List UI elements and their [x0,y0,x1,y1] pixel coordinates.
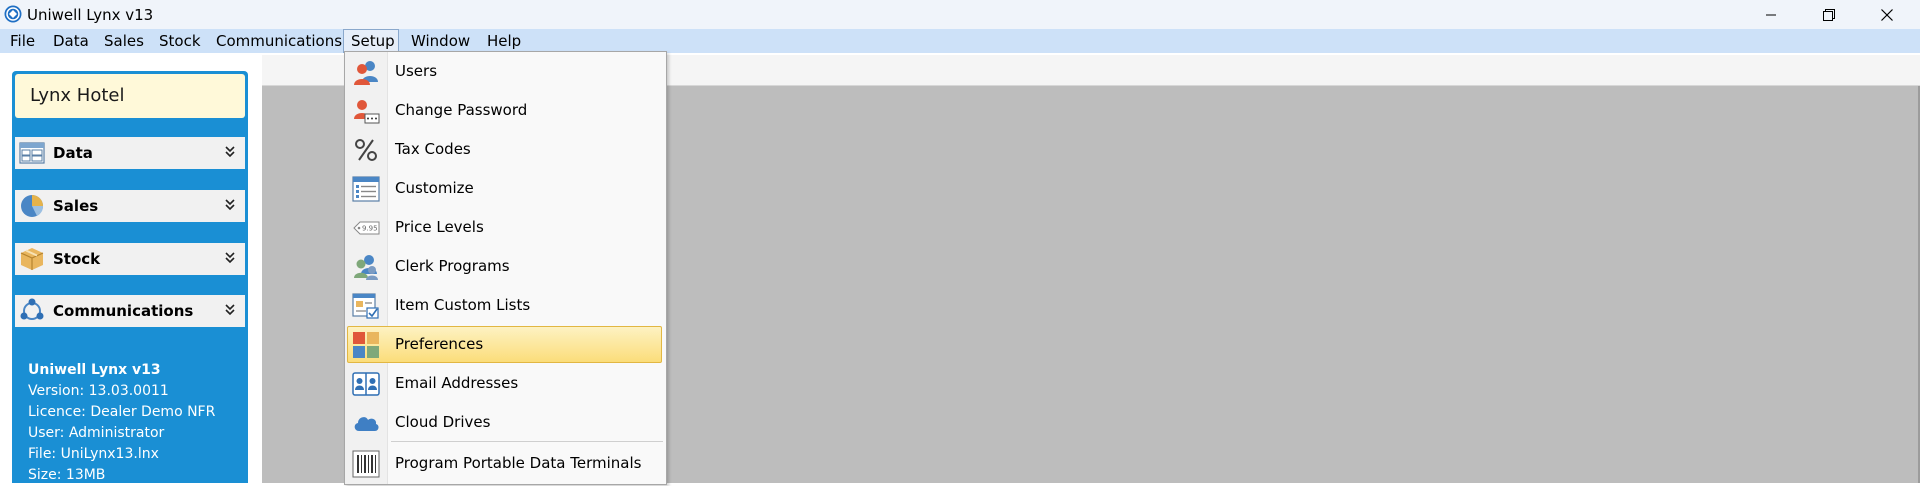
menu-item-label: Program Portable Data Terminals [395,454,642,472]
info-product: Uniwell Lynx v13 [28,362,161,378]
menu-item-item-custom-lists[interactable]: Item Custom Lists [347,287,662,324]
menu-item-label: Preferences [395,335,484,353]
setup-dropdown-menu: Users Change Password Tax Codes Customiz… [344,51,667,485]
menu-bar: File Data Sales Stock Communications Set… [0,29,1920,53]
change-password-icon [354,100,380,124]
price-tag-icon: 9.95 [353,221,380,235]
window-title: Uniwell Lynx v13 [27,6,154,24]
menu-item-price-levels[interactable]: 9.95 Price Levels [347,209,662,246]
users-icon [354,61,378,85]
menu-item-users[interactable]: Users [347,53,662,90]
info-licence: Licence: Dealer Demo NFR [28,404,216,420]
customize-list-icon [352,176,380,202]
nav-section-label: Communications [53,302,194,320]
menu-communications[interactable]: Communications [209,29,349,53]
chevron-double-down-icon[interactable] [225,145,235,159]
venue-header: Lynx Hotel [15,74,245,118]
communications-icon [20,298,44,320]
nav-section-data[interactable]: Data [15,137,245,169]
menu-item-customize[interactable]: Customize [347,170,662,207]
minimize-icon [1766,14,1776,15]
menu-item-clerk-programs[interactable]: Clerk Programs [347,248,662,285]
minimize-button[interactable] [1742,0,1800,29]
navigation-panel: Lynx Hotel Data Sales Stock Communicatio… [12,71,248,483]
system-info: Uniwell Lynx v13 Version: 13.03.0011 Lic… [28,360,215,486]
item-custom-lists-icon [352,293,379,319]
restore-button[interactable] [1800,0,1858,29]
info-version: Version: 13.03.0011 [28,383,169,399]
email-addresses-icon [352,372,380,396]
percent-icon [355,139,377,161]
close-button[interactable] [1858,0,1916,29]
nav-section-label: Sales [53,197,99,215]
close-icon [1881,8,1893,21]
nav-section-stock[interactable]: Stock [15,243,245,275]
sidebar: Lynx Hotel Data Sales Stock Communicatio… [0,53,262,483]
chevron-double-down-icon[interactable] [225,198,235,212]
nav-section-label: Stock [53,250,101,268]
app-logo-icon [4,5,22,23]
stock-box-icon [20,248,44,270]
menu-item-tax-codes[interactable]: Tax Codes [347,131,662,168]
barcode-icon [352,450,380,478]
menu-stock[interactable]: Stock [152,29,208,53]
menu-item-label: Users [395,62,438,80]
clerk-programs-icon [354,255,378,280]
sales-pie-icon [21,195,44,217]
menu-item-label: Change Password [395,101,528,119]
menu-item-cloud-drives[interactable]: Cloud Drives [347,404,662,441]
cloud-icon [354,417,379,431]
data-icon [19,142,45,164]
info-user: User: Administrator [28,425,165,441]
nav-section-label: Data [53,144,93,162]
menu-item-label: Price Levels [395,218,484,236]
nav-section-sales[interactable]: Sales [15,190,245,222]
menu-item-program-portable-data-terminals[interactable]: Program Portable Data Terminals [347,445,662,482]
menu-file[interactable]: File [3,29,42,53]
menu-item-email-addresses[interactable]: Email Addresses [347,365,662,402]
menu-item-label: Customize [395,179,474,197]
menu-item-label: Clerk Programs [395,257,510,275]
menu-item-label: Item Custom Lists [395,296,531,314]
chevron-double-down-icon[interactable] [225,251,235,265]
menu-item-preferences[interactable]: Preferences [347,326,662,363]
info-file: File: UniLynx13.lnx [28,446,159,462]
menu-item-label: Email Addresses [395,374,519,392]
venue-name: Lynx Hotel [30,85,125,106]
preferences-tiles-icon [353,332,379,358]
menu-data[interactable]: Data [46,29,96,53]
title-bar: Uniwell Lynx v13 [0,0,1920,29]
menu-window[interactable]: Window [404,29,477,53]
restore-icon [1823,8,1835,21]
chevron-double-down-icon[interactable] [225,303,235,317]
menu-sales[interactable]: Sales [97,29,151,53]
price-tag-text: 9.95 [362,225,378,233]
menu-help[interactable]: Help [480,29,528,53]
menu-item-label: Tax Codes [395,140,471,158]
menu-separator [391,441,663,442]
menu-item-change-password[interactable]: Change Password [347,92,662,129]
menu-item-label: Cloud Drives [395,413,491,431]
menu-setup[interactable]: Setup [343,29,399,53]
nav-section-communications[interactable]: Communications [15,295,245,327]
